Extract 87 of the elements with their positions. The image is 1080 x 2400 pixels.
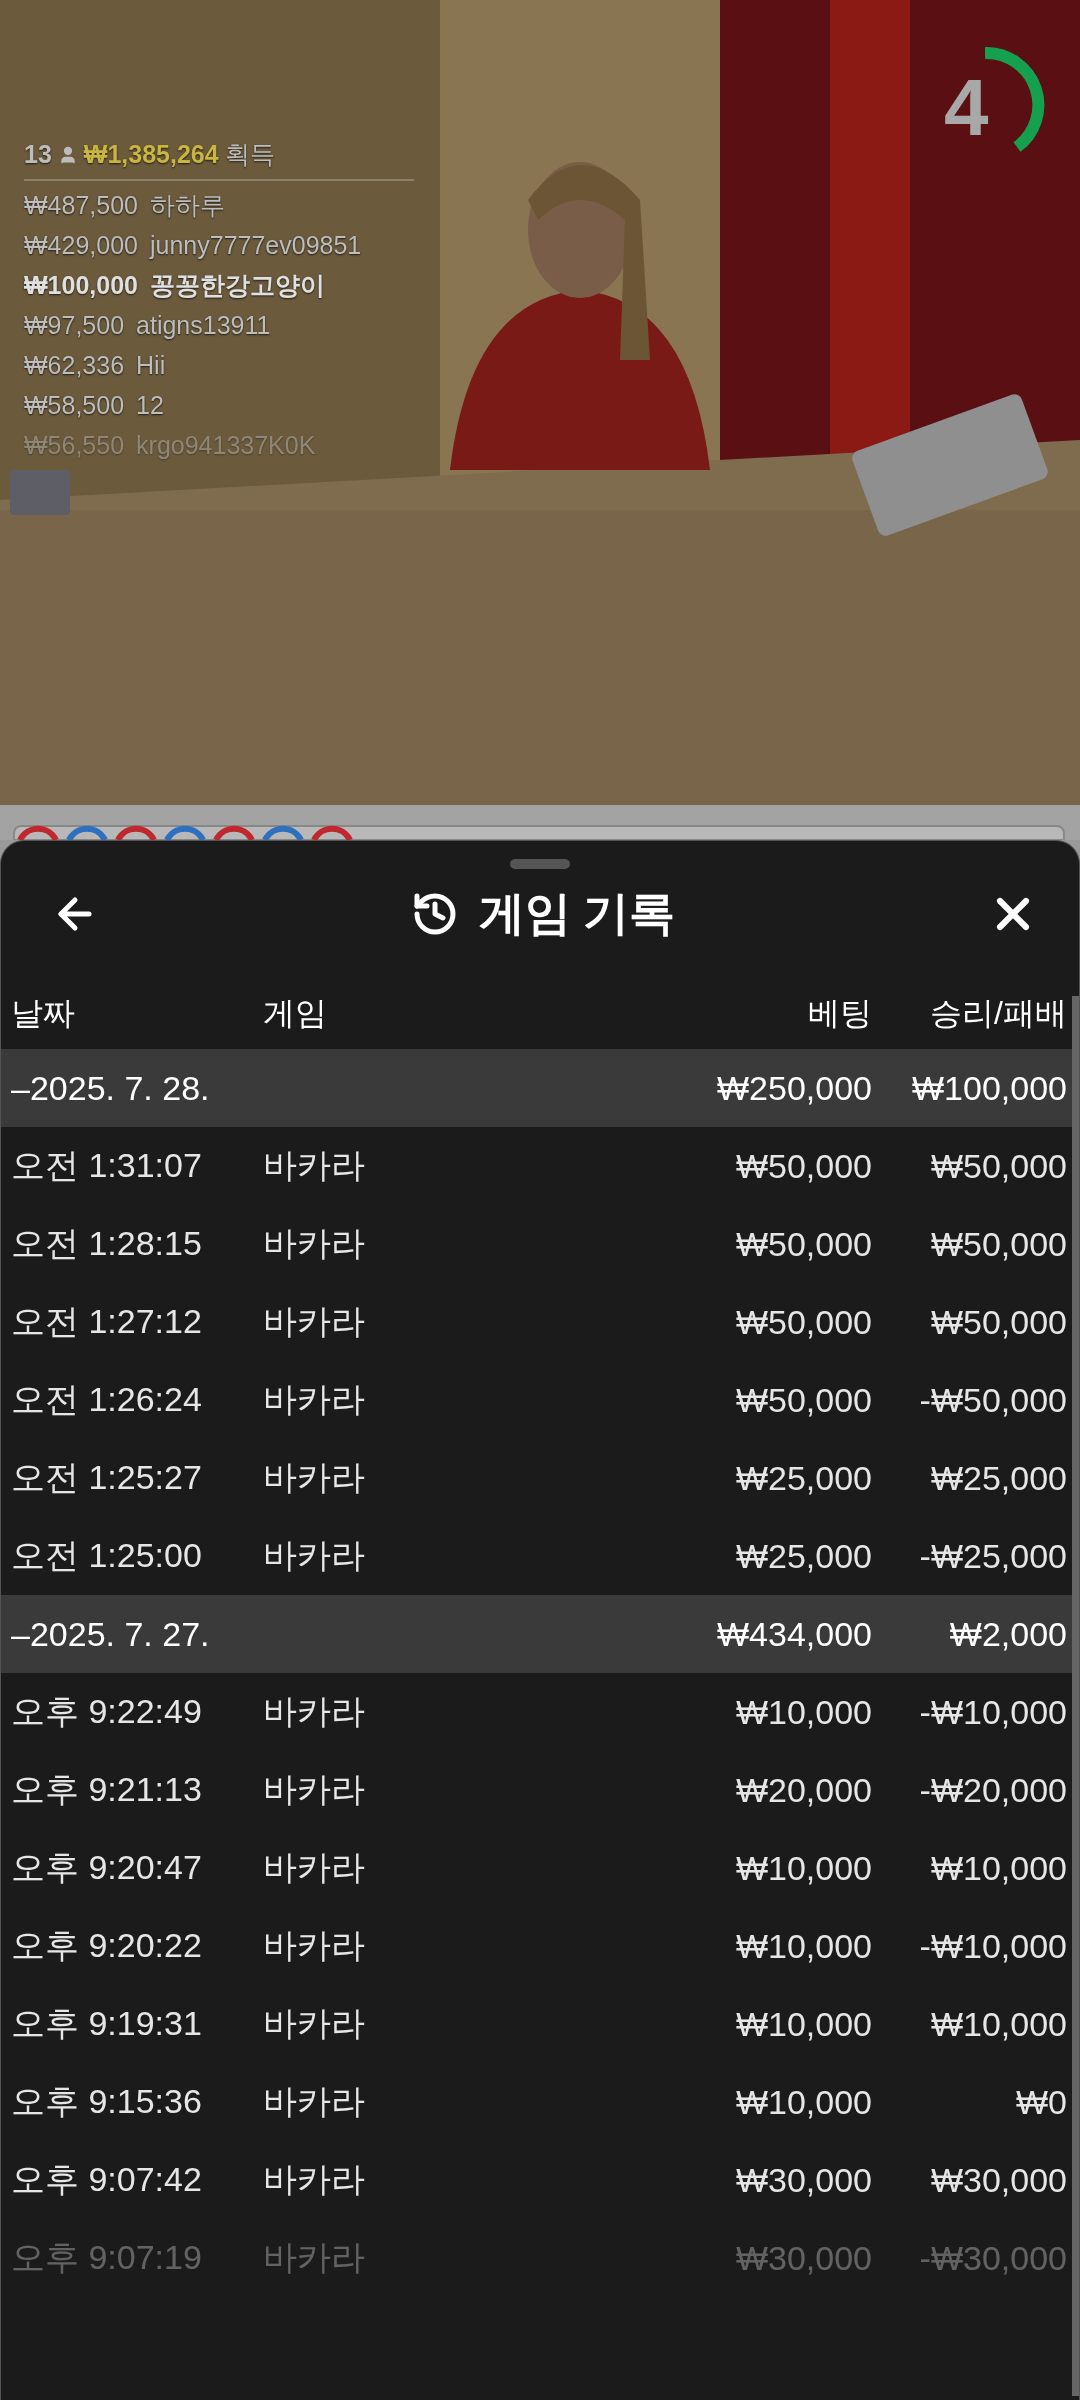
game-cell-text: 바카라 (263, 1925, 366, 1966)
winner-name: atigns13911 (136, 310, 271, 340)
result-cell-text: ₩25,000 (929, 1458, 1067, 1498)
bet-cell-text: ₩30,000 (734, 2160, 872, 2200)
winner-amount: ₩429,000 (24, 230, 138, 260)
time-cell-text: 오후 9:20:22 (11, 1925, 203, 1966)
winner-amount: ₩487,500 (24, 190, 138, 220)
date-cell[interactable]: –2025. 7. 28. (11, 1068, 263, 1108)
bet-cell-text: ₩50,000 (734, 1380, 872, 1420)
result-total-cell-text: ₩100,000 (911, 1068, 1067, 1108)
bet-cell-text: ₩50,000 (734, 1146, 872, 1186)
column-header: 날짜 (11, 994, 76, 1033)
time-cell-text: 오후 9:22:49 (11, 1691, 203, 1732)
result-cell-text: ₩30,000 (929, 2160, 1067, 2200)
drag-handle[interactable] (510, 859, 570, 869)
game-cell-text: 바카라 (263, 1301, 366, 1342)
bet-cell-text: ₩25,000 (734, 1458, 872, 1498)
date-cell[interactable]: –2025. 7. 27. (11, 1614, 263, 1654)
winner-name: junny7777ev09851 (149, 230, 362, 260)
game-cell-text: 바카라 (263, 1379, 366, 1420)
time-cell-text: 오전 1:27:12 (11, 1301, 203, 1342)
winner-name: 꽁꽁한강고양이 (149, 269, 325, 301)
game-cell-text: 바카라 (263, 2081, 366, 2122)
time-cell-text: 오전 1:31:07 (11, 1145, 203, 1186)
bet-cell-text: ₩10,000 (734, 1692, 872, 1732)
result-cell-text: -₩30,000 (918, 2238, 1067, 2278)
bet-cell-text: ₩10,000 (734, 1926, 872, 1966)
time-cell-text: 오후 9:15:36 (11, 2081, 203, 2122)
winner-name: krgo941337K0K (136, 430, 316, 460)
winner-amount: ₩58,500 (24, 390, 125, 420)
scrollbar[interactable] (1072, 996, 1079, 2396)
time-cell-text: 오전 1:25:00 (11, 1535, 203, 1576)
game-cell-text: 바카라 (263, 2003, 366, 2044)
game-cell-text: 바카라 (263, 1457, 366, 1498)
result-cell-text: -₩50,000 (918, 1380, 1067, 1420)
time-cell-text: 오전 1:26:24 (11, 1379, 203, 1420)
winner-name: 하하루 (149, 189, 225, 221)
time-cell-text: 오후 9:07:19 (11, 2237, 203, 2278)
result-cell-text: ₩10,000 (929, 2004, 1067, 2044)
bet-cell-text: ₩10,000 (734, 1848, 872, 1888)
player-count: 13 (24, 140, 52, 169)
bet-total-cell-text: ₩250,000 (716, 1068, 872, 1108)
bet-cell-text: ₩50,000 (734, 1224, 872, 1264)
time-cell-text: 오후 9:20:47 (11, 1847, 203, 1888)
winner-amount: ₩56,550 (24, 430, 125, 460)
column-header: 게임 (263, 994, 328, 1033)
result-cell-text: ₩50,000 (929, 1302, 1067, 1342)
result-total-cell-text: ₩2,000 (948, 1614, 1067, 1654)
column-header: 베팅 (807, 994, 872, 1033)
game-cell-text: 바카라 (263, 1847, 366, 1888)
sheet-title: 게임 기록 (478, 886, 676, 941)
total-winnings: ₩1,385,264 (83, 140, 219, 169)
winnings-label: 획득 (224, 139, 275, 170)
game-cell-text: 바카라 (263, 1145, 366, 1186)
result-cell-text: ₩10,000 (929, 1848, 1067, 1888)
game-cell-text: 바카라 (263, 1223, 366, 1264)
time-cell-text: 오후 9:07:42 (11, 2159, 203, 2200)
winner-name: Hii (136, 350, 166, 380)
bet-cell-text: ₩10,000 (734, 2082, 872, 2122)
bet-cell-text: ₩50,000 (734, 1302, 872, 1342)
time-cell-text: 오후 9:21:13 (11, 1769, 203, 1810)
winner-amount: ₩100,000 (24, 270, 138, 300)
game-cell-text: 바카라 (263, 2237, 366, 2278)
result-cell-text: -₩20,000 (918, 1770, 1067, 1810)
result-cell-text: -₩10,000 (918, 1692, 1067, 1732)
game-cell-text: 바카라 (263, 1691, 366, 1732)
time-cell-text: 오전 1:25:27 (11, 1457, 203, 1498)
result-cell-text: ₩50,000 (929, 1224, 1067, 1264)
bet-cell-text: ₩20,000 (734, 1770, 872, 1810)
bet-cell-text: ₩30,000 (734, 2238, 872, 2278)
column-header: 승리/패배 (929, 994, 1067, 1033)
bet-cell-text: ₩25,000 (734, 1536, 872, 1576)
result-cell-text: ₩50,000 (929, 1146, 1067, 1186)
winner-name: 12 (136, 390, 164, 420)
winner-amount: ₩97,500 (24, 310, 125, 340)
countdown-number: 4 (944, 68, 989, 148)
winner-amount: ₩62,336 (24, 350, 125, 380)
time-cell-text: 오후 9:19:31 (11, 2003, 203, 2044)
game-cell-text: 바카라 (263, 1769, 366, 1810)
time-cell-text: 오전 1:28:15 (11, 1223, 203, 1264)
result-cell-text: ₩0 (1015, 2082, 1067, 2122)
bet-cell-text: ₩10,000 (734, 2004, 872, 2044)
result-cell-text: -₩10,000 (918, 1926, 1067, 1966)
result-cell-text: -₩25,000 (918, 1536, 1067, 1576)
game-cell-text: 바카라 (263, 2159, 366, 2200)
bet-total-cell-text: ₩434,000 (716, 1614, 872, 1654)
game-cell-text: 바카라 (263, 1535, 366, 1576)
